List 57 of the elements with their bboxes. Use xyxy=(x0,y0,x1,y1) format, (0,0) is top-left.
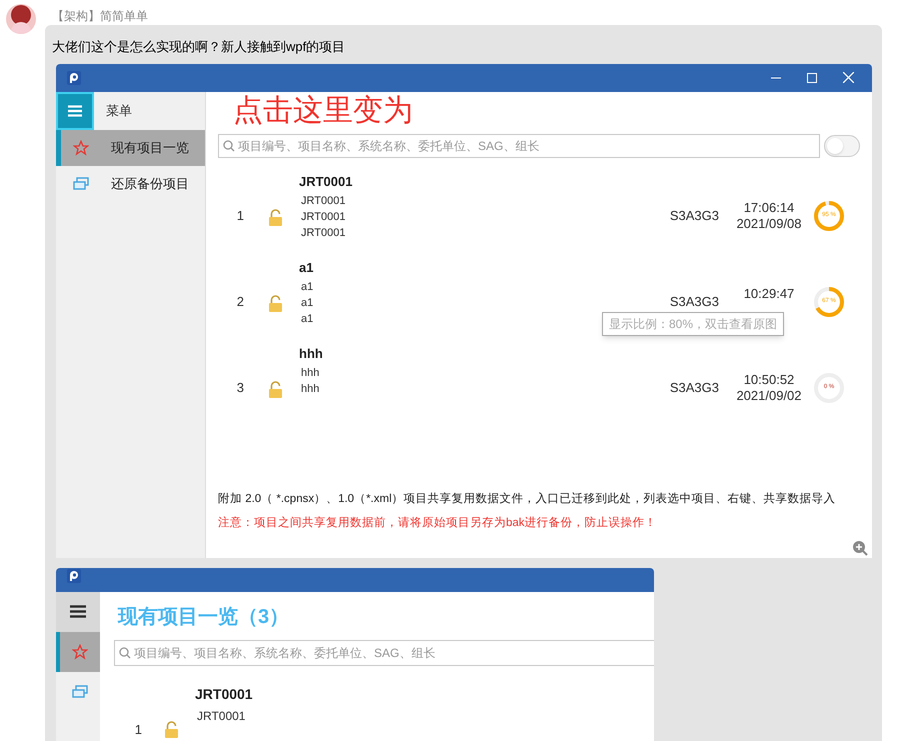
menu-button[interactable] xyxy=(56,592,100,632)
sidebar-item[interactable]: 还原备份项目 xyxy=(56,166,205,202)
lock-icon xyxy=(268,295,283,312)
page-title: 现有项目一览（3） xyxy=(118,604,290,630)
row-index: 1 xyxy=(236,206,245,225)
project-detail: a1 xyxy=(301,280,314,294)
search-field[interactable]: 项目编号、项目名称、系统名称、委托单位、SAG、组长 xyxy=(114,640,654,666)
menu-label: 菜单 xyxy=(106,102,132,120)
sidebar-item[interactable]: 现有项目一览 xyxy=(56,130,205,166)
logo-icon xyxy=(67,568,81,583)
sender-name: 【架构】简简单单 xyxy=(52,8,148,25)
stack-icon xyxy=(72,684,88,699)
project-time: 10:29:47 xyxy=(744,286,794,302)
project-detail: hhh xyxy=(301,366,320,380)
project-code: S3A3G3 xyxy=(670,292,719,311)
star-icon xyxy=(73,140,89,156)
project-time: 17:06:14 xyxy=(744,200,794,216)
project-detail: a1 xyxy=(301,312,314,326)
project-name: a1 xyxy=(299,258,314,276)
logo-icon xyxy=(67,70,81,84)
project-date: 2021/09/02 xyxy=(736,388,802,404)
search-field[interactable]: 项目编号、项目名称、系统名称、委托单位、SAG、组长 xyxy=(218,134,820,158)
lock-icon xyxy=(268,381,283,398)
project-time: 10:50:52 xyxy=(744,372,794,388)
project-name: hhh xyxy=(299,344,323,362)
project-detail: hhh xyxy=(301,382,320,396)
zoom-in-icon[interactable] xyxy=(852,540,868,556)
menu-icon xyxy=(70,605,86,618)
search-icon xyxy=(223,140,235,152)
project-code: S3A3G3 xyxy=(670,206,719,225)
row-index: 1 xyxy=(134,720,143,739)
maximize-icon[interactable] xyxy=(807,72,817,82)
lock-icon xyxy=(164,721,179,738)
close-icon[interactable] xyxy=(843,72,854,83)
tooltip: 显示比例：80%，双击查看原图 xyxy=(602,312,784,336)
warning-note: 注意：项目之间共享复用数据前，请将原始项目另存为bak进行备份，防止误操作！ xyxy=(218,515,658,531)
row-index: 2 xyxy=(236,292,245,311)
search-icon xyxy=(119,646,131,659)
project-detail: a1 xyxy=(301,296,314,310)
project-name: JRT0001 xyxy=(195,684,253,704)
row-index: 3 xyxy=(236,378,245,397)
project-code: S3A3G3 xyxy=(670,378,719,397)
project-detail: JRT0001 xyxy=(301,194,346,208)
project-detail: JRT0001 xyxy=(197,708,246,724)
annotation-text: 点击这里变为 xyxy=(233,96,413,126)
info-note: 附加 2.0（ *.cpnsx）、1.0（*.xml）项目共享复用数据文件，入口已迁移到此处，列表选中项目、右键、共享数据导入 xyxy=(218,491,837,508)
star-icon xyxy=(72,644,88,660)
stack-icon xyxy=(73,176,89,190)
toggle-switch[interactable] xyxy=(824,134,860,156)
project-detail: JRT0001 xyxy=(301,226,346,240)
project-date: 2021/09/08 xyxy=(736,216,802,232)
project-detail: JRT0001 xyxy=(301,210,346,224)
avatar xyxy=(6,4,36,34)
lock-icon xyxy=(268,209,283,226)
project-name: JRT0001 xyxy=(299,172,352,190)
message-text: 大佬们这个是怎么实现的啊？新人接触到wpf的项目 xyxy=(51,38,346,56)
menu-icon xyxy=(68,104,82,116)
